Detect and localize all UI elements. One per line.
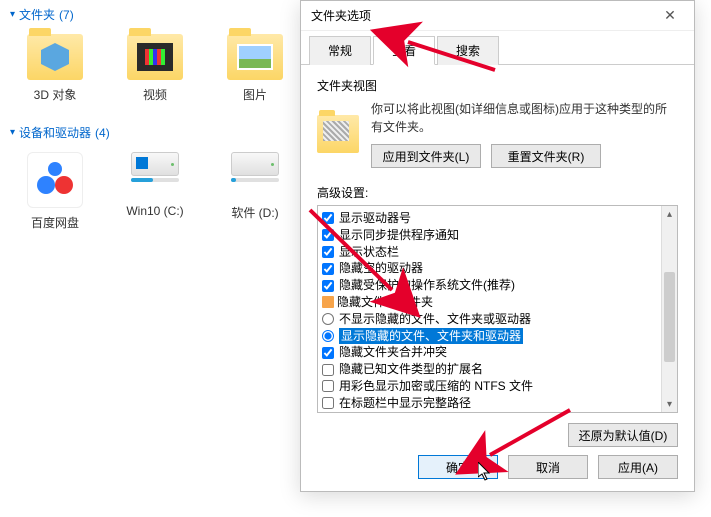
tree-scrollbar[interactable]: ▴ ▾ xyxy=(661,206,677,412)
drive-d[interactable]: 软件 (D:) xyxy=(220,152,290,231)
baidu-icon xyxy=(27,152,83,208)
advanced-settings-tree: 显示驱动器号 显示同步提供程序通知 显示状态栏 隐藏空的驱动器 隐藏受保护的操作… xyxy=(317,205,678,413)
drive-icon xyxy=(127,152,183,198)
advanced-settings-label: 高级设置: xyxy=(317,184,678,201)
folder-picture[interactable]: 图片 xyxy=(220,34,290,103)
cancel-button[interactable]: 取消 xyxy=(508,455,588,479)
restore-defaults-button[interactable]: 还原为默认值(D) xyxy=(568,423,678,447)
cursor-icon xyxy=(478,462,494,485)
item-label: 视频 xyxy=(143,86,167,103)
dialog-titlebar[interactable]: 文件夹选项 ✕ xyxy=(301,1,694,31)
tab-view[interactable]: 查看 xyxy=(373,36,435,65)
opt-separate-process[interactable]: 在单独的进程中打开文件夹窗口 xyxy=(320,412,675,413)
folder-3d-objects[interactable]: 3D 对象 xyxy=(20,34,90,103)
item-label: 软件 (D:) xyxy=(231,204,278,221)
close-icon[interactable]: ✕ xyxy=(656,6,684,26)
scroll-thumb[interactable] xyxy=(664,272,675,362)
opt-hide-extensions[interactable]: 隐藏已知文件类型的扩展名 xyxy=(320,361,675,378)
folder-icon xyxy=(227,34,283,80)
tab-general[interactable]: 常规 xyxy=(309,36,371,65)
opt-show-drive-letter[interactable]: 显示驱动器号 xyxy=(320,210,675,227)
item-label: 3D 对象 xyxy=(34,86,77,103)
scroll-down-icon[interactable]: ▾ xyxy=(662,396,677,412)
section-label: 设备和驱动器 xyxy=(19,124,91,141)
section-label: 文件夹 xyxy=(19,6,55,23)
opt-dont-show-hidden[interactable]: 不显示隐藏的文件、文件夹或驱动器 xyxy=(320,311,675,328)
apply-to-folders-button[interactable]: 应用到文件夹(L) xyxy=(371,144,481,168)
folder-view-description: 你可以将此视图(如详细信息或图标)应用于这种类型的所有文件夹。 xyxy=(371,100,678,136)
folder-icon xyxy=(27,34,83,80)
drive-c[interactable]: Win10 (C:) xyxy=(120,152,190,231)
dialog-title: 文件夹选项 xyxy=(311,7,371,24)
apply-button[interactable]: 应用(A) xyxy=(598,455,678,479)
opt-show-hidden[interactable]: 显示隐藏的文件、文件夹和驱动器 xyxy=(320,328,675,345)
section-count: (4) xyxy=(95,126,110,140)
drive-icon xyxy=(227,152,283,198)
chevron-down-icon: ▾ xyxy=(10,127,15,138)
folder-preview-icon xyxy=(317,115,359,153)
opt-sync-provider[interactable]: 显示同步提供程序通知 xyxy=(320,227,675,244)
tab-search[interactable]: 搜索 xyxy=(437,36,499,65)
opt-hide-protected-os[interactable]: 隐藏受保护的操作系统文件(推荐) xyxy=(320,277,675,294)
folder-preview-row: 你可以将此视图(如详细信息或图标)应用于这种类型的所有文件夹。 应用到文件夹(L… xyxy=(317,100,678,168)
item-baidu[interactable]: 百度网盘 xyxy=(20,152,90,231)
tab-body-view: 文件夹视图 你可以将此视图(如详细信息或图标)应用于这种类型的所有文件夹。 应用… xyxy=(301,65,694,459)
folder-icon xyxy=(127,34,183,80)
folder-options-dialog: 文件夹选项 ✕ 常规 查看 搜索 文件夹视图 你可以将此视图(如详细信息或图标)… xyxy=(300,0,695,492)
tab-strip: 常规 查看 搜索 xyxy=(301,31,694,65)
opt-hidden-files-group[interactable]: 隐藏文件和文件夹 xyxy=(320,294,675,311)
dialog-footer: 确定 取消 应用(A) xyxy=(418,455,678,479)
scroll-up-icon[interactable]: ▴ xyxy=(662,206,677,222)
opt-status-bar[interactable]: 显示状态栏 xyxy=(320,244,675,261)
reset-folders-button[interactable]: 重置文件夹(R) xyxy=(491,144,601,168)
chevron-down-icon: ▾ xyxy=(10,9,15,20)
section-count: (7) xyxy=(59,8,74,22)
folder-view-label: 文件夹视图 xyxy=(317,77,678,94)
item-label: 图片 xyxy=(243,86,267,103)
item-label: Win10 (C:) xyxy=(126,204,183,218)
opt-color-ntfs[interactable]: 用彩色显示加密或压缩的 NTFS 文件 xyxy=(320,378,675,395)
item-label: 百度网盘 xyxy=(31,214,79,231)
opt-full-path-title[interactable]: 在标题栏中显示完整路径 xyxy=(320,395,675,412)
folder-video[interactable]: 视频 xyxy=(120,34,190,103)
opt-merge-conflicts[interactable]: 隐藏文件夹合并冲突 xyxy=(320,344,675,361)
opt-hide-empty-drives[interactable]: 隐藏空的驱动器 xyxy=(320,260,675,277)
